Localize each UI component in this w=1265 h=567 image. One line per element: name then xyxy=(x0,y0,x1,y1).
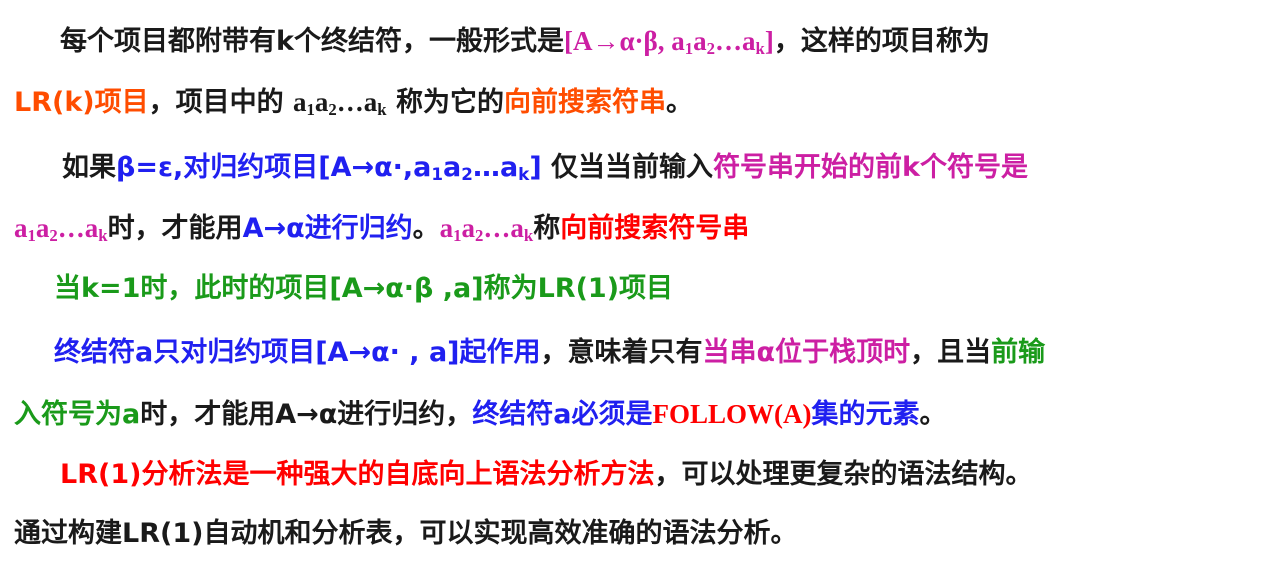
paragraph-line-3: 如果β=ε,对归约项目[A→α·,a1a2…ak] 仅当当前输入符号串开始的前k… xyxy=(62,148,1028,188)
line7-text-a: 时，才能用A→α进行归约， xyxy=(140,399,473,430)
line1-text-a: 每个项目都附带有k个终结符，一般形式是 xyxy=(60,26,564,57)
line7-follow-set: FOLLOW(A) xyxy=(652,399,812,429)
line3-text-a: 如果 xyxy=(62,152,116,183)
line4-text-c: 称 xyxy=(533,213,561,244)
line6-stack-top: 当串α位于栈顶时 xyxy=(702,337,911,368)
lookahead-string-term: 向前搜索符串 xyxy=(504,87,667,118)
line3-text-b: 仅当当前输入 xyxy=(541,152,714,183)
line4-text-a: 时，才能用 xyxy=(107,213,243,244)
line6-text-a: ，意味着只有 xyxy=(540,337,703,368)
paragraph-line-7: 入符号为a时，才能用A→α进行归约，终结符a必须是FOLLOW(A)集的元素。 xyxy=(14,394,947,434)
line7-terminal-must: 终结符a必须是 xyxy=(472,399,653,430)
paragraph-line-4: a1a2…ak时，才能用A→α进行归约。a1a2…ak称向前搜索符号串 xyxy=(14,208,749,248)
line1-text-b: ，这样的项目称为 xyxy=(773,26,990,57)
paragraph-line-6: 终结符a只对归约项目[A→α· , a]起作用，意味着只有当串α位于栈顶时，且当… xyxy=(54,333,1045,373)
line2-end: 。 xyxy=(666,87,694,118)
line2-text-a: ，项目中的 xyxy=(148,87,294,118)
line6-input-a: 前输 xyxy=(991,337,1046,368)
line2-text-b: 称为它的 xyxy=(386,87,505,118)
line9-summary: 通过构建LR(1)自动机和分析表，可以实现高效准确的语法分析。 xyxy=(14,518,798,549)
line4-lookahead-a: a1a2…ak xyxy=(14,213,108,246)
paragraph-line-9: 通过构建LR(1)自动机和分析表，可以实现高效准确的语法分析。 xyxy=(14,514,797,554)
lrk-item-term: LR(k)项目 xyxy=(14,87,149,118)
line7-input-b: 入符号为a xyxy=(14,399,141,430)
line2-lookahead-string: a1a2…ak xyxy=(293,87,387,120)
line4-reduce: A→α进行归约 xyxy=(242,213,413,244)
paragraph-line-5: 当k=1时，此时的项目[A→α·β ,a]称为LR(1)项目 xyxy=(54,269,673,309)
line5-lr1-definition: 当k=1时，此时的项目[A→α·β ,a]称为LR(1)项目 xyxy=(54,273,674,304)
paragraph-line-2: LR(k)项目，项目中的 a1a2…ak 称为它的向前搜索符串。 xyxy=(14,82,693,122)
line6-text-b: ，且当 xyxy=(910,337,992,368)
paragraph-line-8: LR(1)分析法是一种强大的自底向上语法分析方法，可以处理更复杂的语法结构。 xyxy=(60,455,1032,495)
line8-text-a: ，可以处理更复杂的语法结构。 xyxy=(654,459,1033,490)
line1-item-form: [A→α·β, a1a2…ak] xyxy=(563,26,774,59)
line3-reduce-item: β=ε,对归约项目[A→α·,a1a2…ak] xyxy=(116,152,542,185)
line4-lookahead-term: 向前搜索符号串 xyxy=(560,213,750,244)
line4-lookahead-b: a1a2…ak xyxy=(439,213,534,246)
line7-set-elements: 集的元素 xyxy=(811,399,920,430)
line4-text-b: 。 xyxy=(412,213,440,244)
line6-terminal-effect: 终结符a只对归约项目[A→α· , a]起作用 xyxy=(54,337,541,368)
line7-end: 。 xyxy=(919,399,947,430)
line8-lr1-method: LR(1)分析法是一种强大的自底向上语法分析方法 xyxy=(60,459,655,490)
paragraph-line-1: 每个项目都附带有k个终结符，一般形式是[A→α·β, a1a2…ak]，这样的项… xyxy=(60,21,990,61)
line3-prefix-symbols: 符号串开始的前k个符号是 xyxy=(713,152,1029,183)
